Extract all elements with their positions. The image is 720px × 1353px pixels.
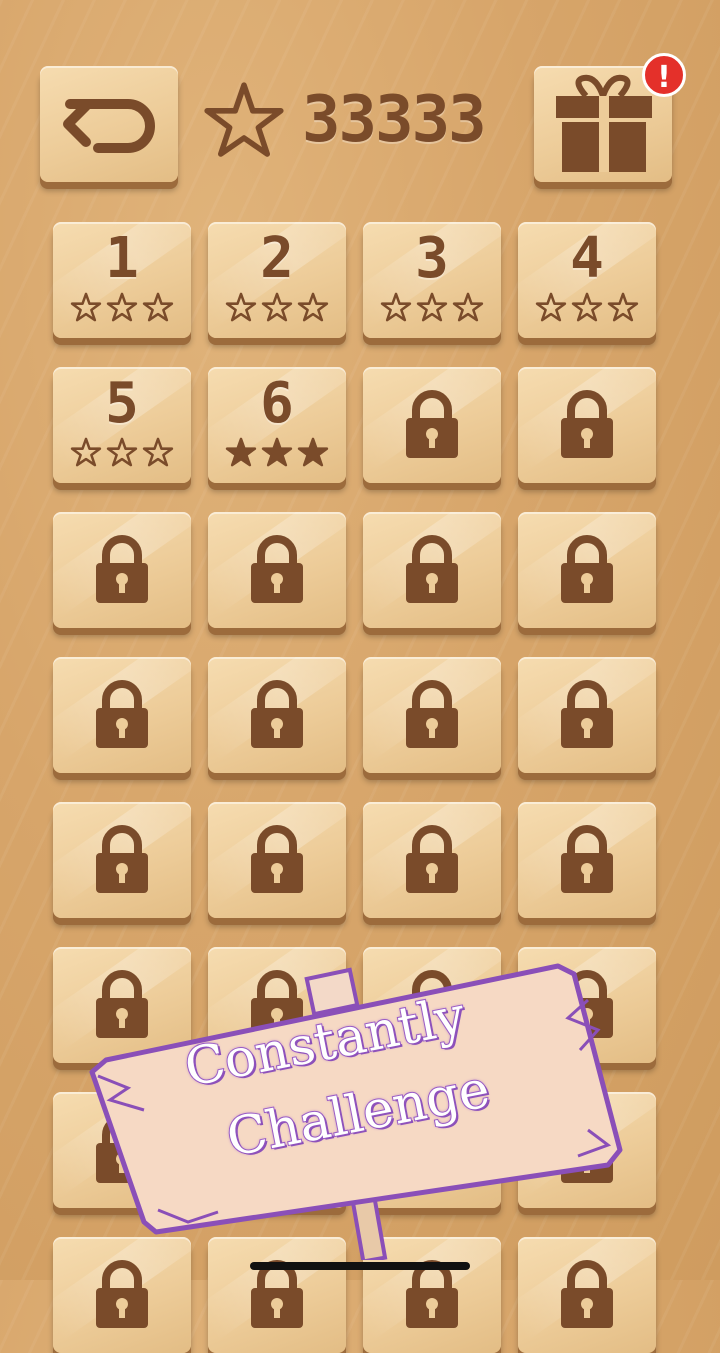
level-tile-3[interactable]: 3 xyxy=(363,222,501,338)
level-number: 5 xyxy=(105,371,139,436)
star-outline-icon xyxy=(142,292,174,326)
level-tile-locked[interactable] xyxy=(518,657,656,773)
star-outline-icon xyxy=(452,292,484,326)
padlock-icon xyxy=(96,680,148,748)
padlock-icon xyxy=(96,825,148,893)
level-tile-2[interactable]: 2 xyxy=(208,222,346,338)
padlock-icon xyxy=(406,680,458,748)
star-outline-icon xyxy=(70,437,102,471)
padlock-icon xyxy=(406,825,458,893)
level-tile-locked[interactable] xyxy=(53,657,191,773)
padlock-icon xyxy=(561,680,613,748)
level-tile-locked[interactable] xyxy=(518,512,656,628)
level-stars xyxy=(208,292,346,326)
padlock-icon xyxy=(251,680,303,748)
level-tile-locked[interactable] xyxy=(363,367,501,483)
level-tile-4[interactable]: 4 xyxy=(518,222,656,338)
gift-notification-badge: ! xyxy=(642,53,686,97)
level-tile-locked[interactable] xyxy=(208,512,346,628)
padlock-icon xyxy=(561,1260,613,1328)
level-number: 3 xyxy=(415,226,449,291)
padlock-icon xyxy=(96,1260,148,1328)
level-tile-1[interactable]: 1 xyxy=(53,222,191,338)
star-outline-icon xyxy=(380,292,412,326)
level-stars xyxy=(208,437,346,471)
level-tile-locked[interactable] xyxy=(518,367,656,483)
star-filled-icon xyxy=(297,437,329,471)
star-outline-icon xyxy=(571,292,603,326)
level-number: 6 xyxy=(260,371,294,436)
level-number: 1 xyxy=(105,226,139,291)
padlock-icon xyxy=(251,535,303,603)
padlock-icon xyxy=(251,825,303,893)
padlock-icon xyxy=(96,535,148,603)
home-indicator xyxy=(250,1262,470,1270)
level-tile-locked[interactable] xyxy=(53,512,191,628)
star-outline-icon xyxy=(535,292,567,326)
level-stars xyxy=(518,292,656,326)
star-outline-icon xyxy=(261,292,293,326)
star-outline-icon xyxy=(106,437,138,471)
level-tile-locked[interactable] xyxy=(53,802,191,918)
padlock-icon xyxy=(561,390,613,458)
level-tile-locked[interactable] xyxy=(363,512,501,628)
level-stars xyxy=(363,292,501,326)
star-outline-icon xyxy=(204,82,284,157)
level-stars xyxy=(53,437,191,471)
level-tile-5[interactable]: 5 xyxy=(53,367,191,483)
level-tile-locked[interactable] xyxy=(208,802,346,918)
star-filled-icon xyxy=(225,437,257,471)
star-outline-icon xyxy=(225,292,257,326)
star-outline-icon xyxy=(70,292,102,326)
level-stars xyxy=(53,292,191,326)
padlock-icon xyxy=(251,1260,303,1328)
star-outline-icon xyxy=(297,292,329,326)
back-arrow-icon xyxy=(63,99,155,153)
score-value: 33333 xyxy=(302,83,487,157)
level-tile-locked[interactable] xyxy=(363,657,501,773)
star-outline-icon xyxy=(416,292,448,326)
padlock-icon xyxy=(561,535,613,603)
padlock-icon xyxy=(406,535,458,603)
padlock-icon xyxy=(561,825,613,893)
star-outline-icon xyxy=(607,292,639,326)
star-outline-icon xyxy=(142,437,174,471)
padlock-icon xyxy=(406,390,458,458)
level-tile-locked[interactable] xyxy=(518,802,656,918)
level-tile-6[interactable]: 6 xyxy=(208,367,346,483)
level-tile-locked[interactable] xyxy=(208,657,346,773)
back-button[interactable] xyxy=(40,66,178,182)
level-number: 4 xyxy=(570,226,604,291)
star-filled-icon xyxy=(261,437,293,471)
padlock-icon xyxy=(406,1260,458,1328)
level-tile-locked[interactable] xyxy=(363,802,501,918)
star-outline-icon xyxy=(106,292,138,326)
level-number: 2 xyxy=(260,226,294,291)
